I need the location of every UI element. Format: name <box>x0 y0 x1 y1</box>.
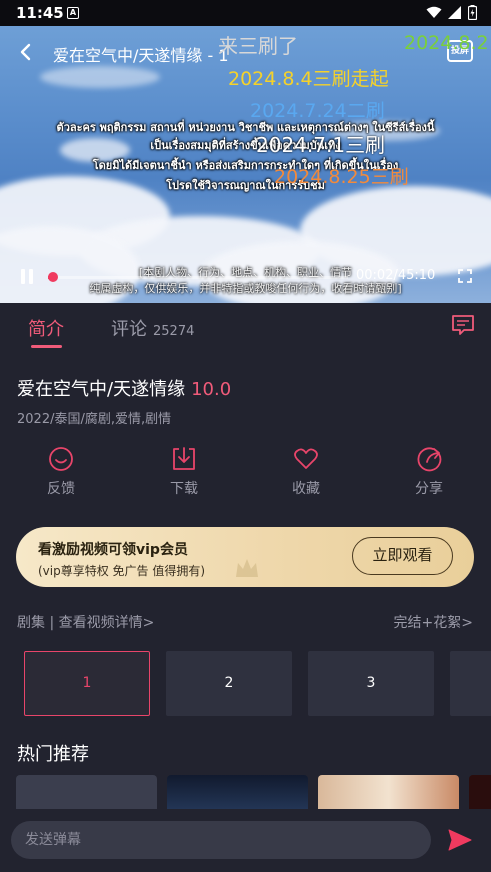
progress-knob[interactable] <box>48 272 58 282</box>
status-bar: 11:45 A <box>0 0 491 26</box>
danmaku-bar: 发送弹幕 <box>0 809 491 872</box>
feedback-icon <box>49 447 73 471</box>
recommend-thumbnail[interactable] <box>469 775 491 809</box>
download-button[interactable]: 下载 <box>149 446 219 498</box>
share-button[interactable]: 分享 <box>394 446 464 498</box>
watch-now-button[interactable]: 立即观看 <box>352 537 453 575</box>
disclaimer-thai-line: ตัวละคร พฤติกรรม สถานที่ หน่วยงาน วิชาชี… <box>56 121 435 134</box>
danmaku-comment: 2024.8.4三刷走起 <box>228 68 389 90</box>
cloud <box>40 66 160 88</box>
progress-bar[interactable] <box>48 272 348 282</box>
hot-recommend-title: 热门推荐 <box>17 744 89 765</box>
episode-list: 1 2 3 <box>24 651 491 717</box>
vip-banner[interactable]: 看激励视频可领vip会员 (vip尊享特权 免广告 值得拥有) 立即观看 <box>16 527 474 587</box>
back-icon[interactable] <box>16 42 36 62</box>
send-icon[interactable] <box>448 829 472 851</box>
danmaku-comment: 来三刷了 <box>218 34 298 58</box>
episode-item[interactable]: 3 <box>308 651 434 716</box>
recommend-thumbnail[interactable] <box>16 775 157 809</box>
show-name: 爱在空气中/天遂情缘 <box>17 379 186 400</box>
action-label: 反馈 <box>47 481 75 497</box>
video-title: 爱在空气中/天遂情缘 - 1 <box>53 46 229 65</box>
comments-count: 25274 <box>153 324 195 339</box>
disclaimer-thai-line: เป็นเรื่องสมมุติที่สร้างขึ้นเพื่อความบัน… <box>150 139 341 152</box>
pause-icon <box>21 269 25 284</box>
status-icons <box>426 5 477 20</box>
feedback-button[interactable]: 反馈 <box>26 446 96 498</box>
show-score: 10.0 <box>191 379 232 400</box>
danmaku-comment: 2024.8.2 <box>404 32 489 54</box>
tab-intro[interactable]: 简介 <box>28 315 64 341</box>
favorite-button[interactable]: 收藏 <box>271 446 341 498</box>
battery-icon <box>468 5 477 20</box>
danmaku-input[interactable]: 发送弹幕 <box>11 821 431 859</box>
pause-icon <box>29 269 33 284</box>
show-title: 爱在空气中/天遂情缘 10.0 <box>17 375 231 401</box>
recommend-list <box>16 775 491 809</box>
playback-time: 00:02/45:10 <box>356 268 436 283</box>
signal-icon <box>448 6 461 19</box>
download-icon <box>173 447 195 470</box>
pause-button[interactable] <box>20 269 34 285</box>
notification-app-icon: A <box>67 7 79 19</box>
action-row: 反馈 下载 收藏 分享 <box>0 446 491 506</box>
episode-item[interactable]: 2 <box>166 651 292 716</box>
danmaku-toggle-icon[interactable] <box>451 314 475 336</box>
wifi-icon <box>426 6 442 18</box>
share-icon <box>417 447 442 472</box>
disclaimer-thai-line: โดยมิได้มีเจตนาชี้นำ หรือส่งเสริมการกระท… <box>92 159 399 172</box>
video-player[interactable]: 爱在空气中/天遂情缘 - 1 投屏 来三刷了 2024.8.2 2024.8.4… <box>0 26 491 303</box>
vip-subtitle: (vip尊享特权 免广告 值得拥有) <box>38 564 206 578</box>
action-label: 下载 <box>170 481 198 497</box>
action-label: 分享 <box>415 481 443 497</box>
vip-title: 看激励视频可领vip会员 <box>38 542 188 558</box>
episode-item[interactable]: 1 <box>24 651 150 716</box>
recommend-thumbnail[interactable] <box>167 775 308 809</box>
detail-tabs: 简介 评论 25274 <box>0 303 491 358</box>
recommend-thumbnail[interactable] <box>318 775 459 809</box>
disclaimer-thai-line: โปรดใช้วิจารณญาณในการรับชม <box>166 179 325 192</box>
episodes-more[interactable]: 完结+花絮> <box>394 612 473 632</box>
fullscreen-icon[interactable] <box>458 269 472 283</box>
episodes-header[interactable]: 剧集 | 查看视频详情> <box>17 612 154 632</box>
show-meta: 2022/泰国/腐剧,爱情,剧情 <box>17 412 172 427</box>
danmaku-comment: 2024.8.25三刷 <box>274 166 409 188</box>
tab-indicator <box>31 345 62 348</box>
danmaku-comment: 2024.7.1三刷 <box>256 133 386 157</box>
status-time: 11:45 <box>16 4 64 22</box>
episode-item-partial[interactable] <box>450 651 491 716</box>
crown-icon <box>236 559 258 577</box>
tab-comments[interactable]: 评论 25274 <box>111 315 194 341</box>
tab-comments-label: 评论 <box>111 319 147 340</box>
heart-icon <box>294 448 318 469</box>
action-label: 收藏 <box>292 481 320 497</box>
